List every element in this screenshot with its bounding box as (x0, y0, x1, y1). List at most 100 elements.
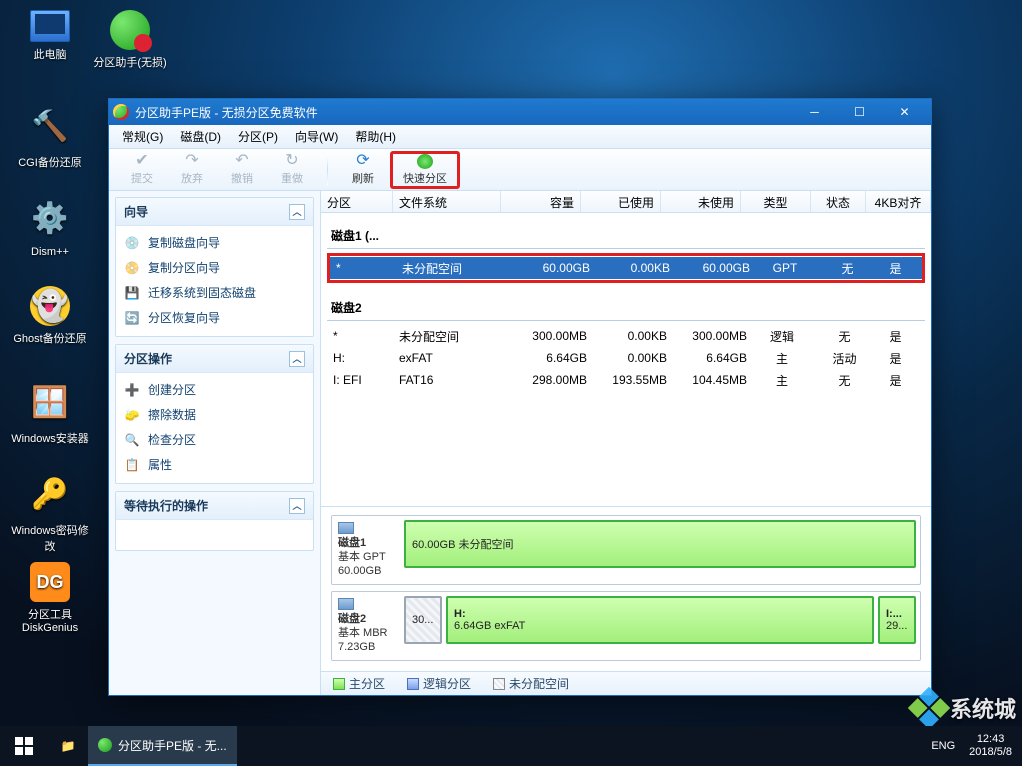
panel-title: 分区操作 (124, 350, 172, 367)
taskbar-app[interactable]: 分区助手PE版 - 无... (88, 726, 237, 766)
app-icon (113, 104, 129, 120)
menu-partition[interactable]: 分区(P) (231, 126, 285, 147)
left-panel: 向导︿ 💿复制磁盘向导 📀复制分区向导 💾迁移系统到固态磁盘 🔄分区恢复向导 分… (109, 191, 321, 695)
icon-label: Ghost备份还原 (13, 333, 86, 345)
tb-redo[interactable]: ↻重做 (269, 151, 315, 189)
collapse-button[interactable]: ︿ (289, 498, 305, 514)
panel-pending: 等待执行的操作 ︿ (115, 491, 314, 551)
prop-icon: 📋 (124, 457, 140, 473)
desktop-icon-diskgenius[interactable]: DG分区工具DiskGenius (10, 562, 90, 642)
swatch-logical (407, 678, 419, 690)
op-create[interactable]: ➕创建分区 (122, 377, 307, 402)
menu-help[interactable]: 帮助(H) (348, 126, 403, 147)
minimize-button[interactable]: ─ (792, 99, 837, 125)
col-used[interactable]: 已使用 (581, 191, 661, 212)
col-status[interactable]: 状态 (811, 191, 866, 212)
selection-highlight: * 未分配空间 60.00GB 0.00KB 60.00GB GPT 无 是 (327, 253, 925, 283)
task-explorer[interactable]: 📁 (48, 726, 88, 766)
icon-label: Windows密码修改 (11, 525, 89, 553)
desktop-icon-this-pc[interactable]: 此电脑 (10, 10, 90, 90)
desktop-icons-col1: 此电脑 🔨CGI备份还原 ⚙️Dism++ 👻Ghost备份还原 🪟Window… (10, 10, 90, 654)
desktop-icons-col2: 分区助手(无损) (90, 10, 170, 102)
start-button[interactable] (0, 726, 48, 766)
disk1-header[interactable]: 磁盘1 (... (327, 221, 925, 249)
op-properties[interactable]: 📋属性 (122, 452, 307, 477)
desktop: 此电脑 🔨CGI备份还原 ⚙️Dism++ 👻Ghost备份还原 🪟Window… (0, 0, 1022, 766)
right-panel: 分区 文件系统 容量 已使用 未使用 类型 状态 4KB对齐 磁盘1 (... … (321, 191, 931, 695)
table-row[interactable]: H:exFAT6.64GB0.00KB6.64GB主活动是 (327, 347, 925, 369)
tray-clock[interactable]: 12:43 2018/5/8 (969, 733, 1012, 759)
table-row[interactable]: *未分配空间300.00MB0.00KB300.00MB逻辑无是 (327, 325, 925, 347)
diskmap-segment[interactable]: 30... (404, 596, 442, 644)
panel-operations: 分区操作 ︿ ➕创建分区 🧽擦除数据 🔍检查分区 📋属性 (115, 344, 314, 484)
disk2-header[interactable]: 磁盘2 (327, 293, 925, 321)
diskmap-segment[interactable]: 60.00GB 未分配空间 (404, 520, 916, 568)
col-partition[interactable]: 分区 (321, 191, 393, 212)
maximize-button[interactable]: ☐ (837, 99, 882, 125)
diskmap-2[interactable]: 磁盘2 基本 MBR 7.23GB 30... H:6.64GB exFAT I… (331, 591, 921, 661)
op-wipe[interactable]: 🧽擦除数据 (122, 402, 307, 427)
desktop-icon-dism[interactable]: ⚙️Dism++ (10, 194, 90, 274)
toolbar: ✔提交 ↷放弃 ↶撤销 ↻重做 ⟳刷新 快速分区 (109, 149, 931, 191)
tb-quick-partition[interactable]: 快速分区 (390, 151, 460, 189)
icon-label: 此电脑 (34, 49, 67, 61)
tb-refresh[interactable]: ⟳刷新 (340, 151, 386, 189)
system-tray: ENG 12:43 2018/5/8 (931, 733, 1022, 759)
table-row[interactable]: I: EFIFAT16298.00MB193.55MB104.45MB主无是 (327, 369, 925, 391)
wizard-copy-disk[interactable]: 💿复制磁盘向导 (122, 230, 307, 255)
task-label: 分区助手PE版 - 无... (118, 737, 227, 754)
panel-title: 等待执行的操作 (124, 497, 208, 514)
desktop-icon-win-pwd[interactable]: 🔑Windows密码修改 (10, 470, 90, 550)
collapse-button[interactable]: ︿ (289, 351, 305, 367)
diskmap-bars: 30... H:6.64GB exFAT I:...29... (404, 596, 916, 656)
menu-general[interactable]: 常规(G) (115, 126, 170, 147)
desktop-icon-win-install[interactable]: 🪟Windows安装器 (10, 378, 90, 458)
diskmap-1[interactable]: 磁盘1 基本 GPT 60.00GB 60.00GB 未分配空间 (331, 515, 921, 585)
watermark: 系统城 (914, 692, 1016, 724)
taskbar: 📁 分区助手PE版 - 无... ENG 12:43 2018/5/8 (0, 726, 1022, 766)
window-title: 分区助手PE版 - 无损分区免费软件 (135, 104, 318, 121)
close-button[interactable]: ✕ (882, 99, 927, 125)
desktop-icon-cgi[interactable]: 🔨CGI备份还原 (10, 102, 90, 182)
check-icon: ✔ (135, 153, 148, 169)
tb-commit[interactable]: ✔提交 (119, 151, 165, 189)
redo-icon: ↻ (285, 153, 298, 169)
menu-disk[interactable]: 磁盘(D) (173, 126, 228, 147)
disk-icon (338, 522, 354, 534)
wizard-copy-partition[interactable]: 📀复制分区向导 (122, 255, 307, 280)
menu-wizard[interactable]: 向导(W) (288, 126, 345, 147)
tb-discard[interactable]: ↷放弃 (169, 151, 215, 189)
legend: 主分区 逻辑分区 未分配空间 (321, 671, 931, 695)
wizard-migrate-ssd[interactable]: 💾迁移系统到固态磁盘 (122, 280, 307, 305)
app-window: 分区助手PE版 - 无损分区免费软件 ─ ☐ ✕ 常规(G) 磁盘(D) 分区(… (108, 98, 932, 696)
col-free[interactable]: 未使用 (661, 191, 741, 212)
diskmap-info: 磁盘2 基本 MBR 7.23GB (336, 596, 398, 656)
diskmap-segment[interactable]: H:6.64GB exFAT (446, 596, 874, 644)
legend-logical: 逻辑分区 (407, 675, 471, 692)
icon-label: 分区工具DiskGenius (22, 609, 78, 634)
table-row-selected[interactable]: * 未分配空间 60.00GB 0.00KB 60.00GB GPT 无 是 (330, 257, 922, 279)
col-type[interactable]: 类型 (741, 191, 811, 212)
col-align[interactable]: 4KB对齐 (866, 191, 931, 212)
disk-maps: 磁盘1 基本 GPT 60.00GB 60.00GB 未分配空间 磁盘2 基本 (321, 506, 931, 671)
quick-icon (417, 154, 433, 169)
collapse-button[interactable]: ︿ (289, 204, 305, 220)
swatch-unalloc (493, 678, 505, 690)
table-header: 分区 文件系统 容量 已使用 未使用 类型 状态 4KB对齐 (321, 191, 931, 213)
disk-icon: 💿 (124, 235, 140, 251)
table-body[interactable]: 磁盘1 (... * 未分配空间 60.00GB 0.00KB 60.00GB … (321, 213, 931, 506)
menubar: 常规(G) 磁盘(D) 分区(P) 向导(W) 帮助(H) (109, 125, 931, 149)
desktop-icon-pa[interactable]: 分区助手(无损) (90, 10, 170, 90)
col-fs[interactable]: 文件系统 (393, 191, 501, 212)
col-cap[interactable]: 容量 (501, 191, 581, 212)
op-check[interactable]: 🔍检查分区 (122, 427, 307, 452)
diskmap-segment[interactable]: I:...29... (878, 596, 916, 644)
check-icon: 🔍 (124, 432, 140, 448)
titlebar[interactable]: 分区助手PE版 - 无损分区免费软件 ─ ☐ ✕ (109, 99, 931, 125)
task-app-icon (98, 738, 112, 752)
tray-lang[interactable]: ENG (931, 740, 955, 752)
desktop-icon-ghost[interactable]: 👻Ghost备份还原 (10, 286, 90, 366)
discard-icon: ↷ (185, 153, 198, 169)
wizard-recover[interactable]: 🔄分区恢复向导 (122, 305, 307, 330)
tb-undo[interactable]: ↶撤销 (219, 151, 265, 189)
